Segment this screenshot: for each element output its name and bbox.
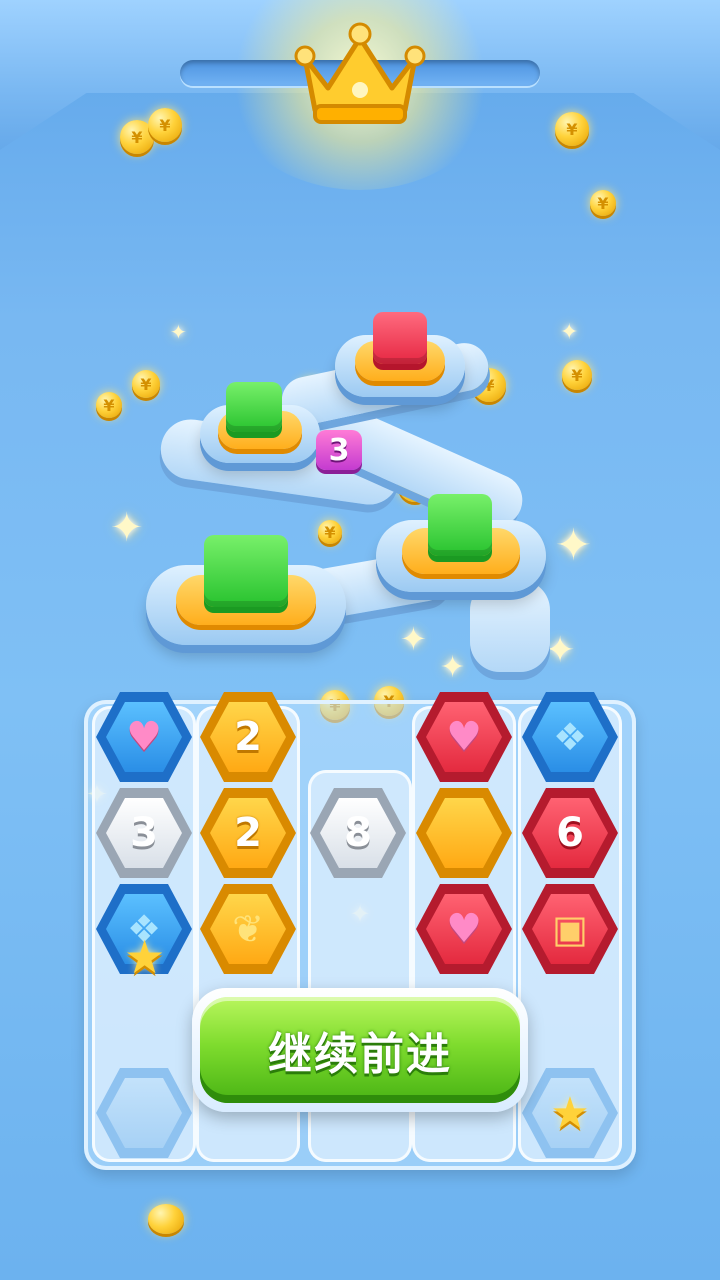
- coin-icon: ¥: [318, 520, 342, 544]
- crown-icon: [294, 22, 426, 124]
- coin-icon: ¥: [96, 392, 122, 418]
- heart-icon: ♥: [126, 714, 162, 760]
- sparkle-icon: ✦: [560, 320, 579, 345]
- tile-number: 2: [234, 810, 262, 856]
- coin-icon: ¥: [562, 360, 592, 390]
- heart-icon: ♥: [446, 714, 482, 760]
- map-path: [470, 580, 550, 672]
- red-stack: [373, 312, 427, 364]
- coin-icon: ¥: [148, 108, 182, 142]
- green-stack: [204, 535, 288, 607]
- tile-number: 8: [344, 810, 372, 856]
- sparkle-icon: ✦: [170, 320, 187, 344]
- star-icon: ★: [124, 930, 166, 984]
- gem-icon: ❖: [552, 715, 588, 759]
- coin-icon: ¥: [555, 112, 589, 146]
- level-badge: 3: [316, 430, 362, 470]
- tile-number: 3: [130, 810, 158, 856]
- continue-button[interactable]: 继续前进: [192, 988, 528, 1112]
- sparkle-icon: ✦: [400, 620, 427, 658]
- continue-button-label: 继续前进: [200, 997, 520, 1103]
- green-stack: [428, 494, 492, 556]
- sparkle-icon: ✦: [440, 650, 466, 685]
- tile-number: 2: [234, 714, 262, 760]
- coin-icon: ¥: [132, 370, 160, 398]
- star-icon: ★: [550, 1087, 590, 1139]
- treasure-chest-icon: ▣: [552, 907, 588, 951]
- sparkle-icon: ✦: [555, 520, 592, 571]
- coin-icon: [148, 1204, 184, 1234]
- green-stack: [226, 382, 282, 432]
- tile-number: 6: [556, 810, 584, 856]
- heart-icon: ♥: [446, 906, 482, 952]
- leaf-icon: ❦: [232, 907, 264, 951]
- sparkle-icon: ✦: [110, 505, 144, 551]
- coin-icon: ¥: [590, 190, 616, 216]
